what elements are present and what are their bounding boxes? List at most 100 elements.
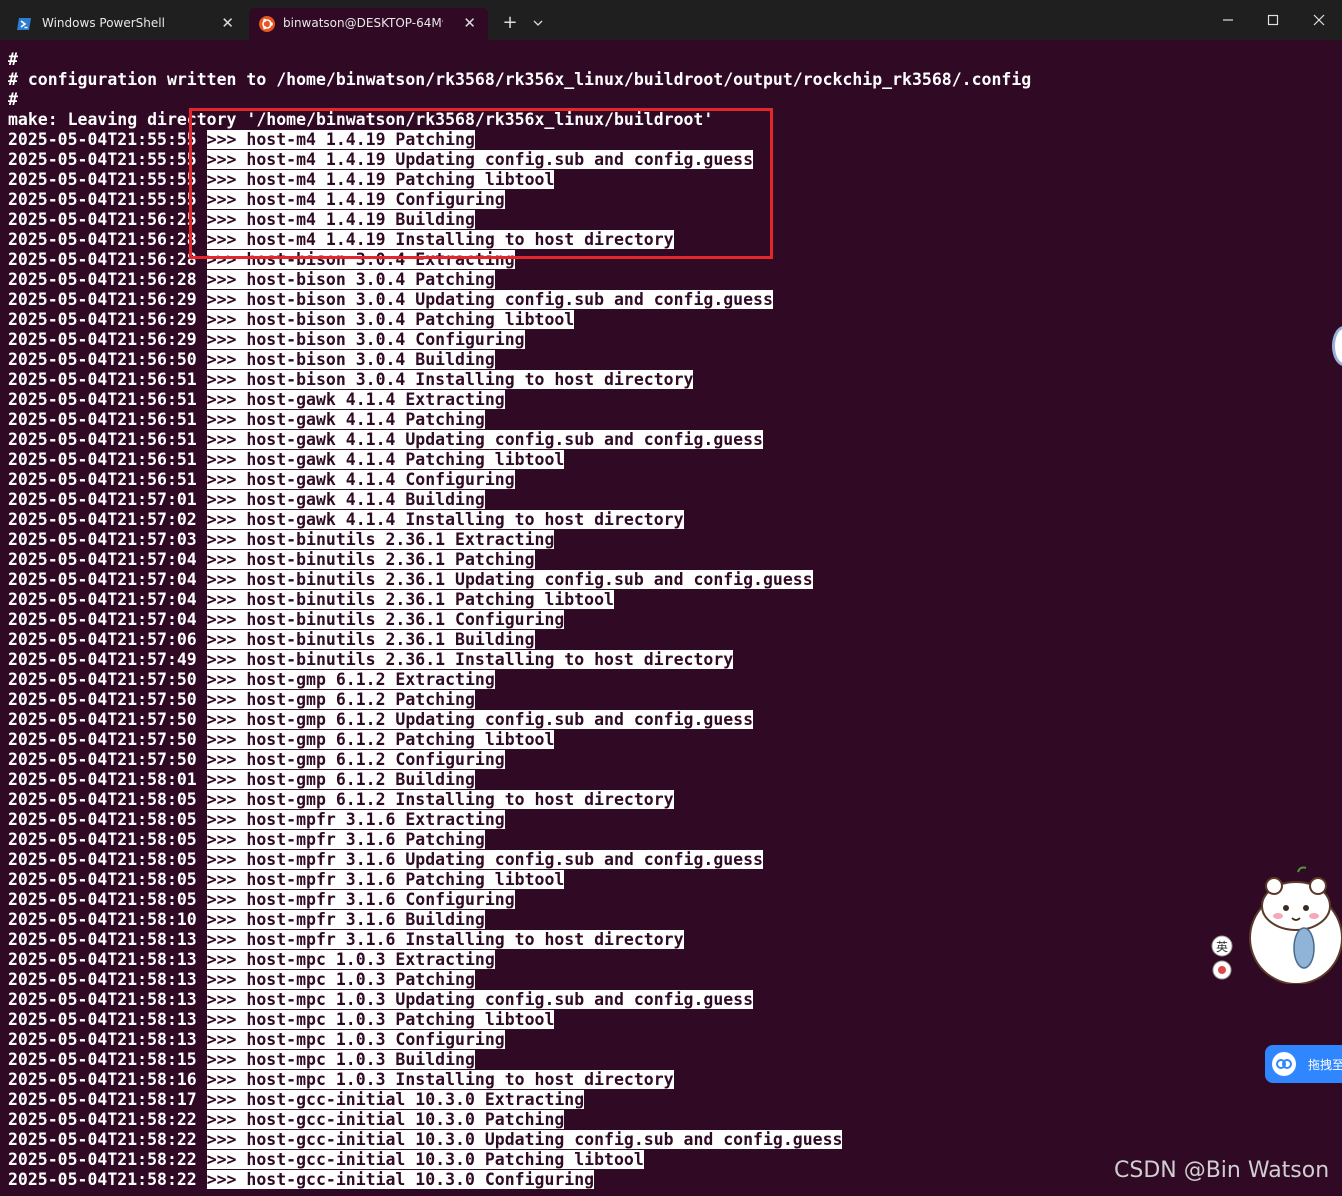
log-timestamp: 2025-05-04T21:56:50 xyxy=(8,350,197,369)
terminal-header-line: # xyxy=(8,90,18,109)
log-timestamp: 2025-05-04T21:58:22 xyxy=(8,1170,197,1189)
build-log-line: 2025-05-04T21:57:04 >>> host-binutils 2.… xyxy=(8,590,614,610)
maximize-icon[interactable] xyxy=(1261,8,1285,32)
log-timestamp: 2025-05-04T21:58:22 xyxy=(8,1110,197,1129)
log-message: >>> host-binutils 2.36.1 Installing to h… xyxy=(206,650,734,669)
log-timestamp: 2025-05-04T21:58:13 xyxy=(8,970,197,989)
minimize-icon[interactable] xyxy=(1216,8,1240,32)
build-log-line: 2025-05-04T21:56:50 >>> host-bison 3.0.4… xyxy=(8,350,495,370)
log-timestamp: 2025-05-04T21:56:28 xyxy=(8,270,197,289)
build-log-line: 2025-05-04T21:58:13 >>> host-mpc 1.0.3 U… xyxy=(8,990,754,1010)
log-message: >>> host-mpfr 3.1.6 Building xyxy=(206,910,485,929)
build-log-line: 2025-05-04T21:58:05 >>> host-mpfr 3.1.6 … xyxy=(8,890,515,910)
log-timestamp: 2025-05-04T21:55:55 xyxy=(8,170,197,189)
log-timestamp: 2025-05-04T21:58:05 xyxy=(8,850,197,869)
build-log-line: 2025-05-04T21:58:01 >>> host-gmp 6.1.2 B… xyxy=(8,770,475,790)
build-log-line: 2025-05-04T21:56:29 >>> host-bison 3.0.4… xyxy=(8,330,525,350)
build-log-line: 2025-05-04T21:56:29 >>> host-bison 3.0.4… xyxy=(8,310,575,330)
tab-windows-powershell[interactable]: Windows PowerShell ✕ xyxy=(6,8,246,40)
build-log-line: 2025-05-04T21:57:49 >>> host-binutils 2.… xyxy=(8,650,734,670)
build-log-line: 2025-05-04T21:56:29 >>> host-bison 3.0.4… xyxy=(8,290,773,310)
new-tab-button[interactable]: + xyxy=(500,12,520,34)
log-message: >>> host-mpc 1.0.3 Extracting xyxy=(206,950,495,969)
log-timestamp: 2025-05-04T21:58:13 xyxy=(8,990,197,1009)
tab-label: Windows PowerShell xyxy=(42,16,165,30)
build-log-line: 2025-05-04T21:56:28 >>> host-bison 3.0.4… xyxy=(8,270,495,290)
close-icon[interactable]: ✕ xyxy=(463,13,476,33)
log-timestamp: 2025-05-04T21:55:55 xyxy=(8,150,197,169)
build-log-line: 2025-05-04T21:58:13 >>> host-mpc 1.0.3 P… xyxy=(8,1010,555,1030)
log-message: >>> host-gmp 6.1.2 Installing to host di… xyxy=(206,790,674,809)
build-log-line: 2025-05-04T21:58:13 >>> host-mpc 1.0.3 E… xyxy=(8,950,495,970)
log-message: >>> host-gawk 4.1.4 Configuring xyxy=(206,470,515,489)
mascot-sticker[interactable]: 英 xyxy=(1208,866,1342,984)
build-log-line: 2025-05-04T21:57:50 >>> host-gmp 6.1.2 P… xyxy=(8,730,555,750)
build-log-line: 2025-05-04T21:58:13 >>> host-mpfr 3.1.6 … xyxy=(8,930,684,950)
log-timestamp: 2025-05-04T21:56:51 xyxy=(8,410,197,429)
build-log-line: 2025-05-04T21:57:02 >>> host-gawk 4.1.4 … xyxy=(8,510,684,530)
log-message: >>> host-gcc-initial 10.3.0 Configuring xyxy=(206,1170,595,1189)
build-log-line: 2025-05-04T21:58:13 >>> host-mpc 1.0.3 P… xyxy=(8,970,475,990)
log-message: >>> host-mpc 1.0.3 Updating config.sub a… xyxy=(206,990,754,1009)
log-timestamp: 2025-05-04T21:55:55 xyxy=(8,190,197,209)
log-timestamp: 2025-05-04T21:58:13 xyxy=(8,1010,197,1029)
log-timestamp: 2025-05-04T21:57:04 xyxy=(8,610,197,629)
build-log-line: 2025-05-04T21:57:50 >>> host-gmp 6.1.2 U… xyxy=(8,710,754,730)
log-timestamp: 2025-05-04T21:56:51 xyxy=(8,470,197,489)
log-message: >>> host-mpc 1.0.3 Installing to host di… xyxy=(206,1070,674,1089)
log-timestamp: 2025-05-04T21:57:01 xyxy=(8,490,197,509)
build-log-line: 2025-05-04T21:58:05 >>> host-mpfr 3.1.6 … xyxy=(8,830,485,850)
build-log-line: 2025-05-04T21:56:51 >>> host-gawk 4.1.4 … xyxy=(8,410,485,430)
log-message: >>> host-binutils 2.36.1 Updating config… xyxy=(206,570,813,589)
close-window-icon[interactable] xyxy=(1307,8,1331,32)
log-message: >>> host-mpfr 3.1.6 Updating config.sub … xyxy=(206,850,763,869)
log-message: >>> host-mpc 1.0.3 Patching xyxy=(206,970,475,989)
log-timestamp: 2025-05-04T21:56:29 xyxy=(8,310,197,329)
log-message: >>> host-binutils 2.36.1 Configuring xyxy=(206,610,565,629)
log-timestamp: 2025-05-04T21:56:51 xyxy=(8,370,197,389)
log-timestamp: 2025-05-04T21:56:28 xyxy=(8,250,197,269)
terminal-window: Windows PowerShell ✕ binwatson@DESKTOP-6… xyxy=(0,0,1342,1196)
log-timestamp: 2025-05-04T21:57:06 xyxy=(8,630,197,649)
build-log-line: 2025-05-04T21:58:13 >>> host-mpc 1.0.3 C… xyxy=(8,1030,505,1050)
log-message: >>> host-mpc 1.0.3 Configuring xyxy=(206,1030,505,1049)
log-timestamp: 2025-05-04T21:58:16 xyxy=(8,1070,197,1089)
build-log-line: 2025-05-04T21:57:50 >>> host-gmp 6.1.2 C… xyxy=(8,750,505,770)
log-timestamp: 2025-05-04T21:58:10 xyxy=(8,910,197,929)
terminal-header-line: # configuration written to /home/binwats… xyxy=(8,70,1032,89)
log-timestamp: 2025-05-04T21:55:55 xyxy=(8,130,197,149)
log-timestamp: 2025-05-04T21:56:28 xyxy=(8,230,197,249)
log-timestamp: 2025-05-04T21:57:50 xyxy=(8,750,197,769)
log-timestamp: 2025-05-04T21:56:29 xyxy=(8,330,197,349)
build-log-line: 2025-05-04T21:58:05 >>> host-gmp 6.1.2 I… xyxy=(8,790,674,810)
log-message: >>> host-mpfr 3.1.6 Patching libtool xyxy=(206,870,565,889)
build-log-line: 2025-05-04T21:56:51 >>> host-bison 3.0.4… xyxy=(8,370,694,390)
baidu-netdisk-drop-widget[interactable]: 拖拽至 xyxy=(1265,1045,1342,1083)
log-timestamp: 2025-05-04T21:58:15 xyxy=(8,1050,197,1069)
build-log-line: 2025-05-04T21:58:22 >>> host-gcc-initial… xyxy=(8,1130,843,1150)
log-message: >>> host-mpfr 3.1.6 Patching xyxy=(206,830,485,849)
log-message: >>> host-gawk 4.1.4 Building xyxy=(206,490,485,509)
log-timestamp: 2025-05-04T21:56:51 xyxy=(8,450,197,469)
csdn-watermark: CSDN @Bin Watson xyxy=(1114,1158,1330,1183)
build-log-line: 2025-05-04T21:56:51 >>> host-gawk 4.1.4 … xyxy=(8,450,565,470)
log-message: >>> host-bison 3.0.4 Updating config.sub… xyxy=(206,290,773,309)
cloud-icon xyxy=(1272,1052,1296,1076)
log-message: >>> host-bison 3.0.4 Building xyxy=(206,350,495,369)
log-timestamp: 2025-05-04T21:57:03 xyxy=(8,530,197,549)
log-message: >>> host-gmp 6.1.2 Patching xyxy=(206,690,475,709)
chevron-down-icon[interactable] xyxy=(528,12,548,34)
build-log-line: 2025-05-04T21:58:17 >>> host-gcc-initial… xyxy=(8,1090,585,1110)
build-log-line: 2025-05-04T21:58:10 >>> host-mpfr 3.1.6 … xyxy=(8,910,485,930)
build-log-line: 2025-05-04T21:56:51 >>> host-gawk 4.1.4 … xyxy=(8,390,505,410)
close-icon[interactable]: ✕ xyxy=(221,13,234,33)
title-bar: Windows PowerShell ✕ binwatson@DESKTOP-6… xyxy=(0,0,1342,40)
log-message: >>> host-gcc-initial 10.3.0 Patching lib… xyxy=(206,1150,644,1169)
tab-ubuntu-shell[interactable]: binwatson@DESKTOP-64M95I ✕ xyxy=(249,8,488,40)
build-log-line: 2025-05-04T21:57:50 >>> host-gmp 6.1.2 E… xyxy=(8,670,495,690)
build-log-line: 2025-05-04T21:58:05 >>> host-mpfr 3.1.6 … xyxy=(8,850,763,870)
log-message: >>> host-gawk 4.1.4 Updating config.sub … xyxy=(206,430,763,449)
build-log-line: 2025-05-04T21:58:16 >>> host-mpc 1.0.3 I… xyxy=(8,1070,674,1090)
log-timestamp: 2025-05-04T21:57:50 xyxy=(8,730,197,749)
build-log-line: 2025-05-04T21:58:05 >>> host-mpfr 3.1.6 … xyxy=(8,870,565,890)
